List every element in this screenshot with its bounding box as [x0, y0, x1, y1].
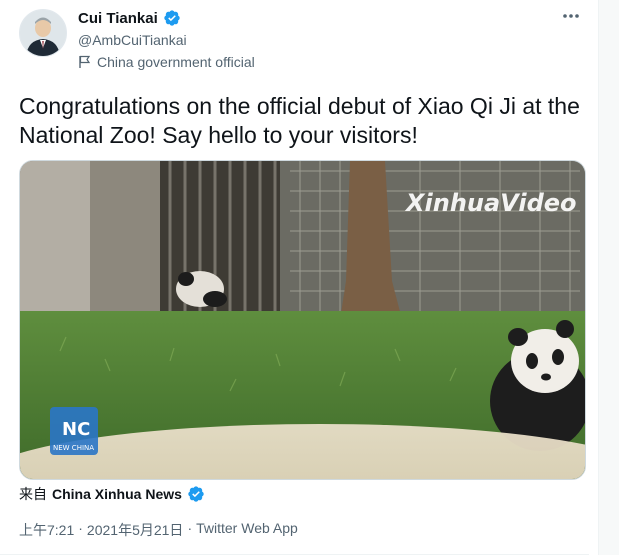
author-handle[interactable]: @AmbCuiTiankai: [78, 32, 187, 48]
verified-badge-icon: [164, 10, 180, 26]
source-prefix: 来自: [19, 486, 47, 502]
logo-subtext: NEW CHINA: [53, 444, 94, 452]
source-attribution: 来自 China Xinhua News: [19, 484, 205, 504]
account-label: China government official: [78, 54, 255, 70]
tweet-media-video[interactable]: XinhuaVideo NC NEW CHINA: [19, 160, 586, 480]
author-name-row: Cui Tiankai: [78, 9, 181, 27]
more-options-button[interactable]: [557, 6, 585, 26]
meta-separator: ·: [187, 520, 193, 536]
author-display-name[interactable]: Cui Tiankai: [78, 10, 158, 27]
avatar-image: [20, 10, 66, 56]
avatar[interactable]: [19, 9, 67, 57]
tweet-time[interactable]: 上午7:21: [19, 520, 74, 540]
verified-badge-icon: [188, 486, 204, 502]
video-thumbnail: XinhuaVideo NC NEW CHINA: [20, 161, 585, 479]
tweet-text: Congratulations on the official debut of…: [19, 93, 580, 148]
tweet-client[interactable]: Twitter Web App: [196, 520, 298, 540]
source-name[interactable]: China Xinhua News: [52, 486, 182, 502]
account-label-text: China government official: [97, 54, 255, 70]
tweet-date[interactable]: 2021年5月21日: [87, 520, 184, 540]
video-watermark: XinhuaVideo: [404, 189, 577, 217]
logo-text: NC: [62, 419, 90, 440]
more-icon: [563, 14, 579, 18]
meta-separator: ·: [78, 520, 83, 536]
scrollbar[interactable]: [598, 0, 619, 555]
flag-icon: [79, 55, 91, 68]
tweet-metadata: 上午7:21 · 2021年5月21日 · Twitter Web App: [19, 520, 298, 540]
